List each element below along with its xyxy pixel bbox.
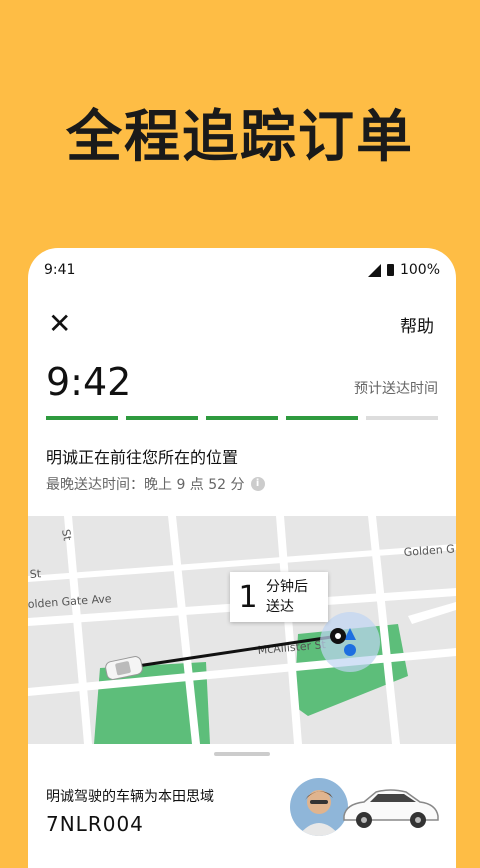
sheet-drag-handle[interactable] [214,752,270,756]
eta-time: 9:42 [46,360,132,404]
help-button[interactable]: 帮助 [400,312,434,337]
license-plate: 7NLR004 [46,812,144,836]
status-bar: 9:41 100% [44,262,440,282]
map[interactable]: St Golden G St olden Gate Ave McAllister… [28,516,456,744]
eta-bubble-line2: 送达 [266,599,294,615]
street-label: St [29,567,42,581]
eta-bubble-line1: 分钟后 [266,579,308,595]
eta-bubble: 1 分钟后 送达 [230,572,328,622]
progress-segment [206,416,278,420]
car-description: 明诚驾驶的车辆为本田思域 [46,789,214,805]
driver-status-text: 明诚正在前往您所在的位置 [46,448,239,467]
info-icon[interactable]: i [250,477,265,491]
status-time: 9:41 [44,262,76,278]
latest-arrival: 最晚送达时间：晚上 9 点 52 分 i [46,474,265,494]
progress-segment [46,416,118,420]
eta-label: 预计送达时间 [354,381,438,397]
user-location-dot [344,644,356,656]
progress-segment [366,416,438,420]
close-icon[interactable]: ✕ [48,310,71,338]
eta-bubble-text: 分钟后 送达 [266,577,308,617]
status-icons: 100% [367,262,440,278]
headline: 全程追踪订单 [66,105,414,170]
car-image [343,789,439,828]
latest-arrival-text: 最晚送达时间：晚上 9 点 52 分 [46,477,245,493]
battery-icon [386,264,394,276]
map-canvas: St Golden G St olden Gate Ave McAllister… [28,516,456,744]
signal-icon [367,263,381,277]
progress-segment [126,416,198,420]
battery-percent: 100% [399,262,440,278]
eta-bubble-number: 1 [238,579,258,615]
user-accuracy-circle [320,612,380,672]
delivery-progress [46,416,438,420]
phone-screen: 9:41 100% ✕ 帮助 9:42 预计送达时间 明诚正在前往您所在的位置 … [28,248,456,868]
progress-segment [286,416,358,420]
bottom-sheet[interactable]: 明诚驾驶的车辆为本田思域 7NLR004 [28,744,456,868]
